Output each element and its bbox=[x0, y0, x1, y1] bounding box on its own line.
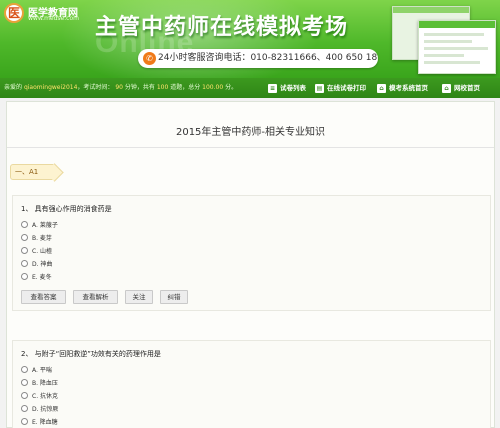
option-label: D. 抗惊厥 bbox=[32, 406, 59, 413]
info-duration-label: ，考试时间： bbox=[77, 84, 114, 91]
exam-content: 2015年主管中药师-相关专业知识 一、A1 1、 具有强心作用的消食药是 A.… bbox=[6, 101, 495, 428]
radio-button[interactable] bbox=[21, 418, 28, 425]
site-logo[interactable]: 医 医学教育网 www.medse.com bbox=[4, 3, 90, 25]
radio-button[interactable] bbox=[21, 366, 28, 373]
info-count-label: 分钟，共有 bbox=[124, 84, 155, 91]
nav-school-home[interactable]: ⌂ 网校首页 bbox=[442, 78, 480, 98]
option-e[interactable]: E. 麦冬 bbox=[21, 272, 52, 281]
info-prefix: 亲爱的 bbox=[4, 84, 23, 91]
exam-title: 2015年主管中药师-相关专业知识 bbox=[175, 127, 326, 138]
option-label: C. 抗休克 bbox=[32, 393, 59, 400]
option-a[interactable]: A. 平喘 bbox=[21, 365, 52, 374]
print-icon: ▤ bbox=[315, 83, 324, 93]
option-label: C. 山楂 bbox=[32, 248, 53, 255]
logo-url: www.medse.com bbox=[28, 15, 79, 22]
option-label: B. 麦芽 bbox=[32, 235, 52, 242]
question-text: 2、 与附子“回阳救逆”功效有关的药理作用是 bbox=[21, 350, 161, 358]
option-d[interactable]: D. 神曲 bbox=[21, 259, 52, 268]
exam-info-bar: 亲爱的 qiaomingwei2014，考试时间： 90 分钟，共有 100 道… bbox=[0, 78, 500, 98]
phone-icon: ✆ bbox=[143, 52, 156, 65]
nav-print[interactable]: ▤ 在线试卷打印 bbox=[315, 78, 366, 98]
view-answer-button[interactable]: 查看答案 bbox=[21, 290, 66, 304]
screenshot-illustration bbox=[392, 6, 496, 74]
radio-button[interactable] bbox=[21, 260, 28, 267]
screenshot-front bbox=[418, 20, 496, 74]
radio-button[interactable] bbox=[21, 221, 28, 228]
option-label: D. 神曲 bbox=[32, 261, 53, 268]
hotline-text: 24小时客服咨询电话：010-82311666、400 650 1888 bbox=[158, 53, 378, 63]
exam-duration: 90 bbox=[115, 84, 123, 91]
section-tab-a1: 一、A1 bbox=[10, 164, 55, 180]
follow-button[interactable]: 关注 bbox=[125, 290, 153, 304]
divider bbox=[7, 147, 494, 148]
option-b[interactable]: B. 降血压 bbox=[21, 378, 58, 387]
exam-info-text: 亲爱的 qiaomingwei2014，考试时间： 90 分钟，共有 100 道… bbox=[4, 78, 237, 98]
question-count: 100 bbox=[156, 84, 169, 91]
option-b[interactable]: B. 麦芽 bbox=[21, 233, 52, 242]
list-icon: ≡ bbox=[268, 83, 277, 93]
nav-label: 在线试卷打印 bbox=[327, 84, 366, 92]
radio-button[interactable] bbox=[21, 247, 28, 254]
report-error-button[interactable]: 纠错 bbox=[160, 290, 188, 304]
view-analysis-button[interactable]: 查看解析 bbox=[73, 290, 118, 304]
nav-label: 试卷列表 bbox=[280, 84, 306, 92]
option-label: B. 降血压 bbox=[32, 380, 58, 387]
option-c[interactable]: C. 抗休克 bbox=[21, 391, 58, 400]
nav-label: 模考系统首页 bbox=[389, 84, 428, 92]
radio-button[interactable] bbox=[21, 392, 28, 399]
info-total-label: 道题，总分 bbox=[170, 84, 201, 91]
home-icon: ⌂ bbox=[377, 83, 386, 93]
header-banner: Online 医 医学教育网 www.medse.com 主管中药师在线模拟考场… bbox=[0, 0, 500, 78]
radio-button[interactable] bbox=[21, 234, 28, 241]
option-label: A. 莱菔子 bbox=[32, 222, 58, 229]
option-d[interactable]: D. 抗惊厥 bbox=[21, 404, 58, 413]
option-label: E. 麦冬 bbox=[32, 274, 52, 281]
question-text: 1、 具有强心作用的消食药是 bbox=[21, 205, 112, 213]
info-suffix: 分。 bbox=[225, 84, 238, 91]
school-icon: ⌂ bbox=[442, 83, 451, 93]
page-title: 主管中药师在线模拟考场 bbox=[95, 15, 349, 40]
option-a[interactable]: A. 莱菔子 bbox=[21, 220, 58, 229]
hotline-pill: ✆ 24小时客服咨询电话：010-82311666、400 650 1888 bbox=[138, 49, 378, 68]
nav-exam-list[interactable]: ≡ 试卷列表 bbox=[268, 78, 306, 98]
radio-button[interactable] bbox=[21, 405, 28, 412]
logo-mark: 医 bbox=[4, 3, 24, 23]
option-e[interactable]: E. 降血糖 bbox=[21, 417, 58, 426]
total-score: 100.00 bbox=[202, 84, 224, 91]
option-label: E. 降血糖 bbox=[32, 419, 58, 426]
option-label: A. 平喘 bbox=[32, 367, 52, 374]
question-1: 1、 具有强心作用的消食药是 A. 莱菔子 B. 麦芽 C. 山楂 D. 神曲 … bbox=[12, 195, 491, 311]
question-2: 2、 与附子“回阳救逆”功效有关的药理作用是 A. 平喘 B. 降血压 C. 抗… bbox=[12, 340, 491, 428]
nav-mock-home[interactable]: ⌂ 模考系统首页 bbox=[377, 78, 428, 98]
radio-button[interactable] bbox=[21, 379, 28, 386]
nav-label: 网校首页 bbox=[454, 84, 480, 92]
radio-button[interactable] bbox=[21, 273, 28, 280]
option-c[interactable]: C. 山楂 bbox=[21, 246, 52, 255]
username: qiaomingwei2014 bbox=[23, 84, 78, 91]
